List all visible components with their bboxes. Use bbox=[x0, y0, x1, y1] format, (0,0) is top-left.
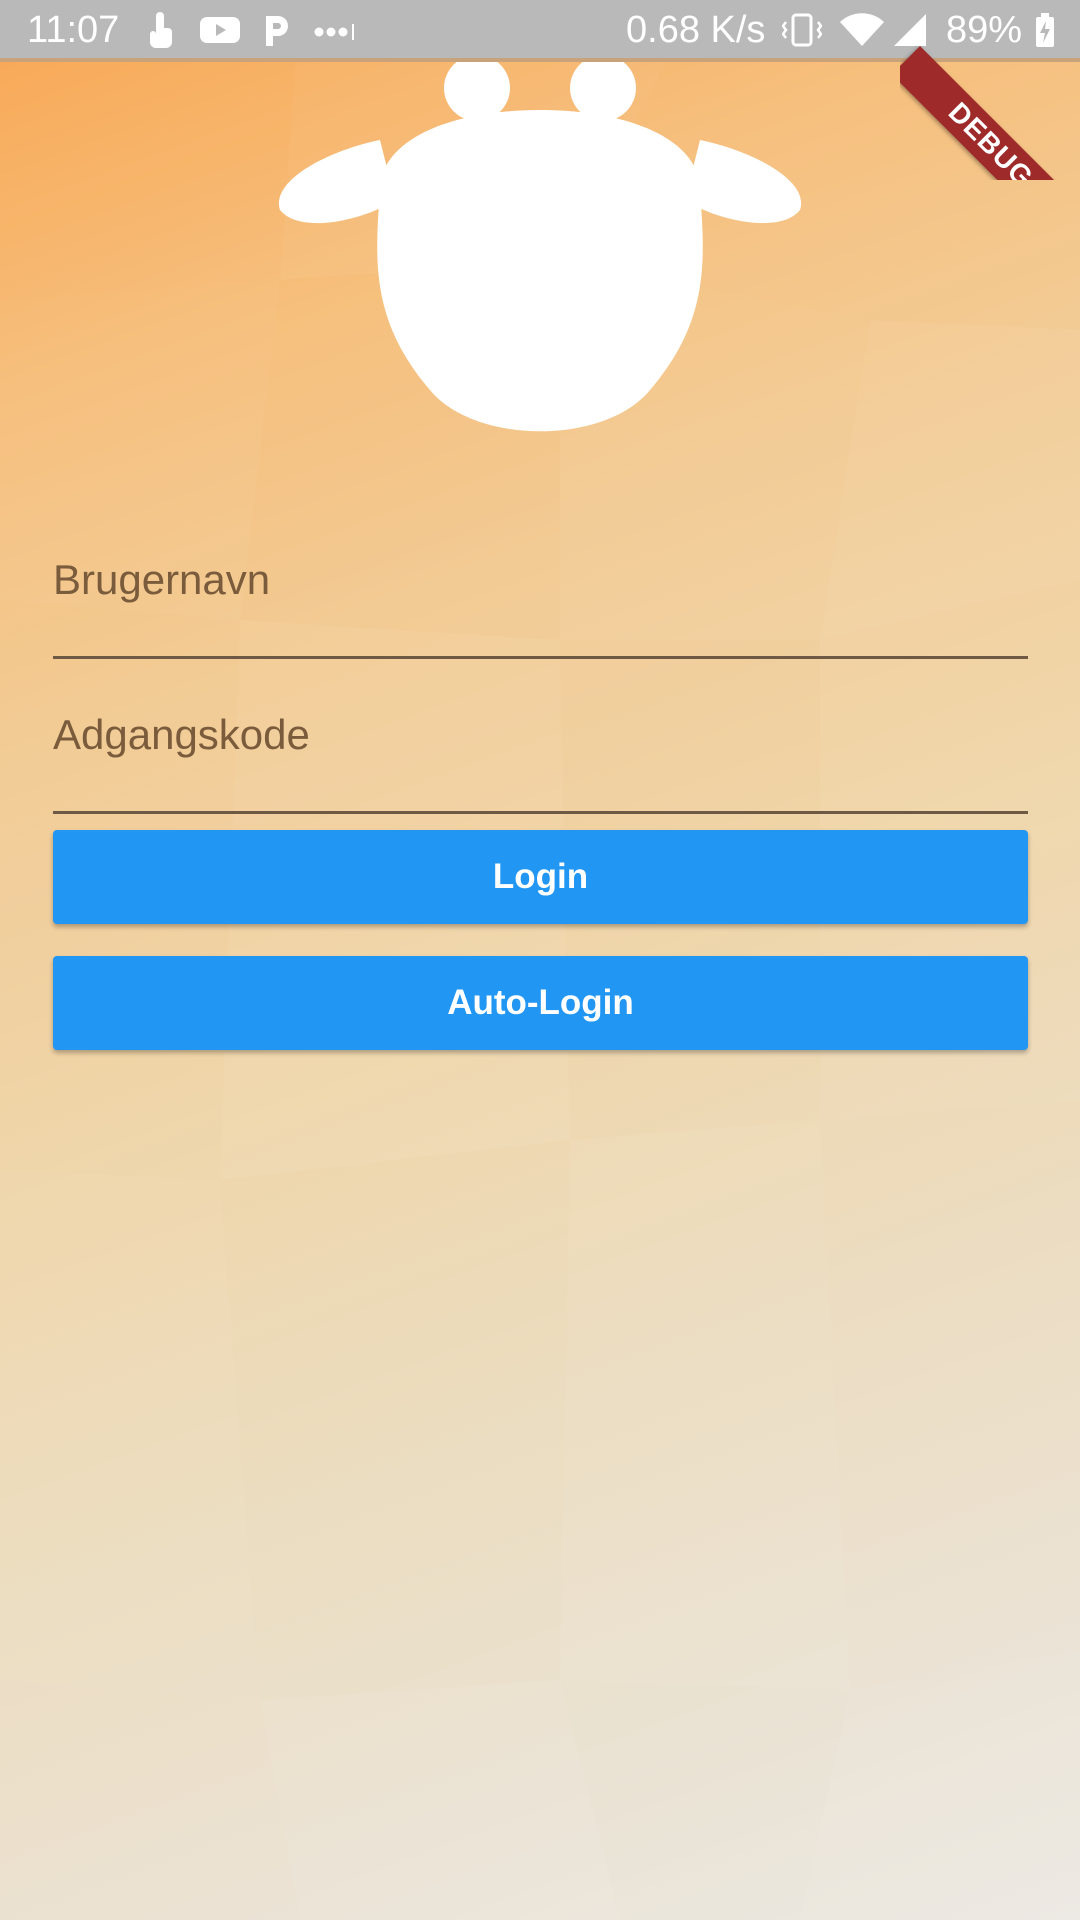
touch-icon bbox=[150, 12, 172, 48]
debug-banner-label: DEBUG bbox=[900, 46, 1080, 180]
p-app-icon bbox=[266, 16, 288, 46]
auto-login-button[interactable]: Auto-Login bbox=[53, 956, 1028, 1050]
vibrate-icon bbox=[782, 13, 822, 47]
youtube-icon bbox=[200, 17, 240, 43]
debug-banner: DEBUG bbox=[900, 0, 1080, 180]
password-field[interactable] bbox=[53, 695, 1028, 815]
username-field[interactable] bbox=[53, 540, 1028, 660]
more-notifications-icon bbox=[314, 24, 354, 40]
username-underline bbox=[53, 656, 1028, 659]
username-input[interactable] bbox=[53, 540, 1028, 620]
wifi-icon bbox=[840, 13, 884, 46]
login-button[interactable]: Login bbox=[53, 830, 1028, 924]
sheep-logo-icon bbox=[278, 55, 802, 432]
status-time: 11:07 bbox=[27, 9, 120, 51]
network-speed: 0.68 K/s bbox=[626, 9, 766, 51]
password-underline bbox=[53, 811, 1028, 814]
password-input[interactable] bbox=[53, 695, 1028, 775]
